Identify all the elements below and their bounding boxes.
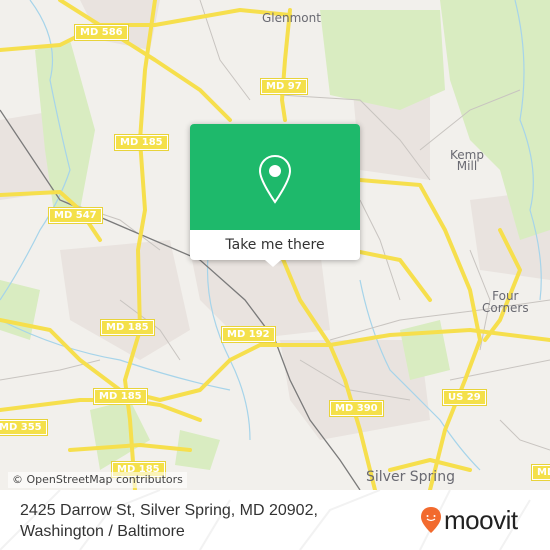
road-shield: MD — [530, 464, 550, 481]
road-shield: MD 355 — [0, 419, 48, 436]
place-label-glenmont: Glenmont — [262, 11, 321, 25]
address: 2425 Darrow St, Silver Spring, MD 20902,… — [20, 500, 340, 542]
moovit-wordmark: moovit — [444, 505, 518, 535]
road-shield: MD 390 — [329, 400, 384, 417]
road-shield: MD 192 — [221, 326, 276, 343]
road-shield: MD 97 — [260, 78, 308, 95]
road-shield: MD 185 — [93, 388, 148, 405]
place-label-kemp-mill: Kemp Mill — [450, 148, 484, 173]
moovit-logo[interactable]: moovit — [420, 506, 518, 534]
road-shield: US 29 — [442, 389, 487, 406]
road-shield: MD 547 — [48, 207, 103, 224]
address-line-1: 2425 Darrow St, Silver Spring, MD 20902, — [20, 502, 318, 519]
road-shield: MD 586 — [74, 24, 129, 41]
place-label-silver-spring: Silver Spring — [366, 469, 455, 485]
popup-pointer — [265, 260, 281, 267]
map-pin-icon — [258, 154, 292, 204]
road-shield: MD 185 — [114, 134, 169, 151]
map-attribution[interactable]: © OpenStreetMap contributors — [8, 472, 187, 488]
location-popup: Take me there — [190, 124, 360, 267]
moovit-pin-icon — [421, 507, 441, 533]
take-me-there-button[interactable]: Take me there — [190, 230, 360, 260]
road-shield: MD 185 — [100, 319, 155, 336]
popup-header — [190, 124, 360, 230]
address-line-2: Washington / Baltimore — [20, 523, 185, 540]
place-label-four-corners: Four Corners — [482, 289, 529, 315]
